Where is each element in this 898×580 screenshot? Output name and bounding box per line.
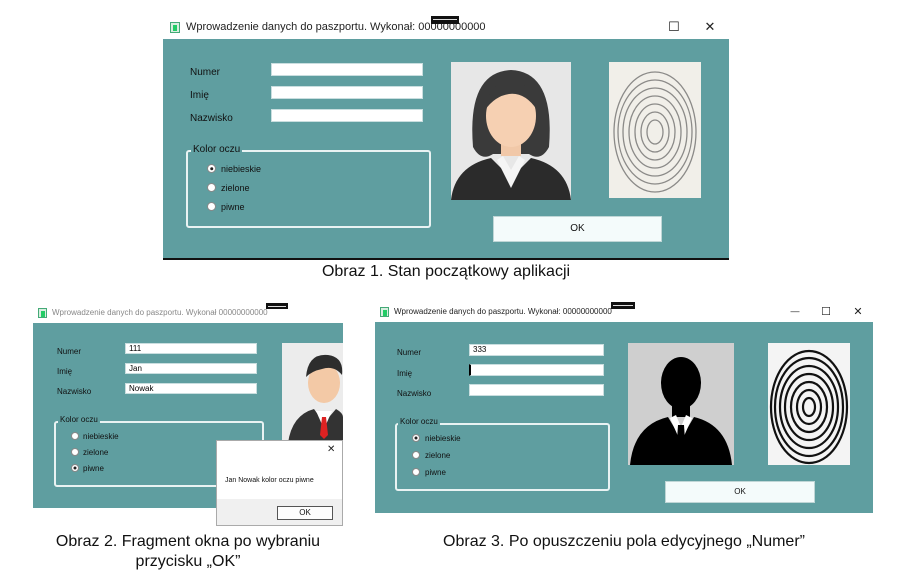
woman-avatar-icon	[451, 62, 571, 200]
app-icon	[38, 308, 47, 318]
nazwisko-label: Nazwisko	[57, 387, 92, 396]
imie-input[interactable]	[271, 86, 423, 99]
numer-label: Numer	[397, 348, 422, 357]
radio-niebieskie[interactable]	[207, 164, 216, 173]
app-icon	[380, 307, 389, 317]
radio-label-zielone: zielone	[221, 183, 250, 193]
radio-label-niebieskie: niebieskie	[425, 434, 461, 443]
figure2-caption-line1: Obraz 2. Fragment okna po wybraniu	[55, 533, 321, 550]
close-button[interactable]: ✕	[849, 305, 867, 318]
nazwisko-input[interactable]	[469, 384, 604, 396]
radio-label-niebieskie: niebieskie	[83, 432, 119, 441]
numer-label: Numer	[190, 67, 221, 78]
dialog-ok-button[interactable]: OK	[277, 506, 333, 520]
message-dialog: ✕ Jan Nowak kolor oczu piwne OK	[216, 440, 343, 526]
radio-label-zielone: zielone	[83, 448, 109, 457]
window-badge	[431, 16, 459, 24]
man-silhouette-icon	[628, 343, 734, 465]
numer-input[interactable]: 111	[125, 343, 257, 354]
radio-label-niebieskie: niebieskie	[221, 164, 262, 174]
numer-input[interactable]: 333	[469, 344, 604, 356]
radio-piwne[interactable]	[412, 468, 420, 476]
imie-label: Imię	[397, 369, 413, 378]
fingerprint-icon	[609, 62, 701, 198]
radio-zielone[interactable]	[412, 451, 420, 459]
radio-label-zielone: zielone	[425, 451, 451, 460]
radio-piwne[interactable]	[71, 464, 79, 472]
maximize-button[interactable]: ☐	[663, 19, 685, 35]
window-title: Wprowadzenie danych do paszportu. Wykona…	[52, 308, 268, 317]
numer-input[interactable]	[271, 63, 423, 76]
main-window: Wprowadzenie danych do paszportu. Wykona…	[375, 301, 873, 513]
title-bar: Wprowadzenie danych do paszportu. Wykona…	[163, 16, 729, 39]
minimize-button[interactable]: —	[787, 306, 803, 316]
ok-button[interactable]: OK	[493, 216, 662, 242]
radio-niebieskie[interactable]	[71, 432, 79, 440]
main-window: Wprowadzenie danych do paszportu. Wykona…	[163, 16, 729, 260]
nazwisko-label: Nazwisko	[190, 113, 233, 124]
radio-piwne[interactable]	[207, 202, 216, 211]
radio-label-piwne: piwne	[83, 464, 104, 473]
imie-input[interactable]	[469, 364, 604, 376]
man-avatar-icon	[282, 343, 343, 443]
message-text: Jan Nowak kolor oczu piwne	[225, 477, 314, 484]
figure3-caption: Obraz 3. Po opuszczeniu pola edycyjnego …	[443, 533, 805, 550]
imie-label: Imię	[190, 90, 209, 101]
ok-button[interactable]: OK	[665, 481, 815, 503]
radio-label-piwne: piwne	[221, 202, 245, 212]
radio-zielone[interactable]	[207, 183, 216, 192]
window-badge	[266, 303, 288, 309]
maximize-button[interactable]: ☐	[817, 305, 835, 318]
app-icon	[170, 22, 180, 33]
close-button[interactable]: ✕	[699, 19, 721, 35]
radio-zielone[interactable]	[71, 448, 79, 456]
eye-color-legend: Kolor oczu	[191, 144, 243, 155]
figure2-caption-line2: przycisku „OK”	[135, 553, 241, 570]
nazwisko-input[interactable]: Nowak	[125, 383, 257, 394]
numer-label: Numer	[57, 347, 82, 356]
nazwisko-input[interactable]	[271, 109, 423, 122]
window-title: Wprowadzenie danych do paszportu. Wykona…	[394, 307, 612, 316]
eye-color-legend: Kolor oczu	[58, 415, 100, 424]
imie-input[interactable]: Jan	[125, 363, 257, 374]
nazwisko-label: Nazwisko	[397, 389, 432, 398]
title-bar: Wprowadzenie danych do paszportu. Wykona…	[375, 301, 873, 322]
figure1-caption: Obraz 1. Stan początkowy aplikacji	[321, 263, 571, 280]
fingerprint-icon	[768, 343, 850, 465]
eye-color-legend: Kolor oczu	[398, 417, 440, 426]
radio-niebieskie[interactable]	[412, 434, 420, 442]
radio-label-piwne: piwne	[425, 468, 446, 477]
window-badge	[611, 302, 635, 309]
title-bar: Wprowadzenie danych do paszportu. Wykona…	[33, 303, 343, 323]
imie-label: Imię	[57, 367, 73, 376]
close-icon[interactable]: ✕	[327, 444, 335, 455]
